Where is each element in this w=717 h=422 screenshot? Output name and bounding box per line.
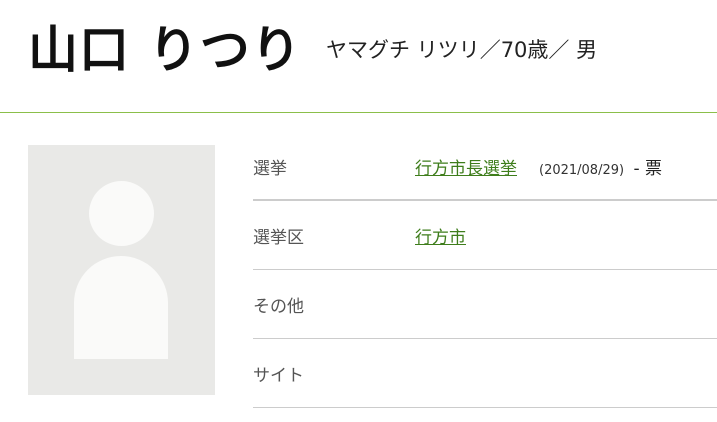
candidate-subtitle: ヤマグチ リツリ／70歳／ 男 [326,36,597,64]
info-row-site: サイト [253,339,717,408]
info-row-other: その他 [253,270,717,339]
avatar-head-shape [89,181,154,246]
info-row-district: 選挙区 行方市 [253,201,717,270]
candidate-gender: 男 [576,38,598,62]
district-value: 行方市 [415,223,466,248]
info-row-election: 選挙 行方市長選挙 (2021/08/29) - 票 [253,132,717,201]
election-value: 行方市長選挙 (2021/08/29) - 票 [415,154,662,179]
district-link[interactable]: 行方市 [415,228,466,248]
candidate-name: 山口 りつり [28,21,302,79]
election-votes: - 票 [633,159,663,179]
district-label: 選挙区 [253,228,304,248]
separator: ／ [548,38,570,62]
separator: ／ [479,38,501,62]
profile-header: 山口 りつり ヤマグチ リツリ／70歳／ 男 [0,0,717,113]
candidate-kana: ヤマグチ リツリ [326,38,480,62]
other-label: その他 [253,297,304,317]
election-link[interactable]: 行方市長選挙 [415,159,517,179]
candidate-age: 70歳 [500,38,549,62]
site-label: サイト [253,366,304,386]
candidate-info-table: 選挙 行方市長選挙 (2021/08/29) - 票 選挙区 行方市 その他 サイ… [253,132,717,408]
avatar-body-shape [74,256,168,359]
candidate-profile-page: 山口 りつり ヤマグチ リツリ／70歳／ 男 選挙 行方市長選挙 (2021/08… [0,0,717,422]
election-date: (2021/08/29) [539,163,625,178]
avatar-placeholder [28,145,215,395]
election-label: 選挙 [253,159,287,179]
